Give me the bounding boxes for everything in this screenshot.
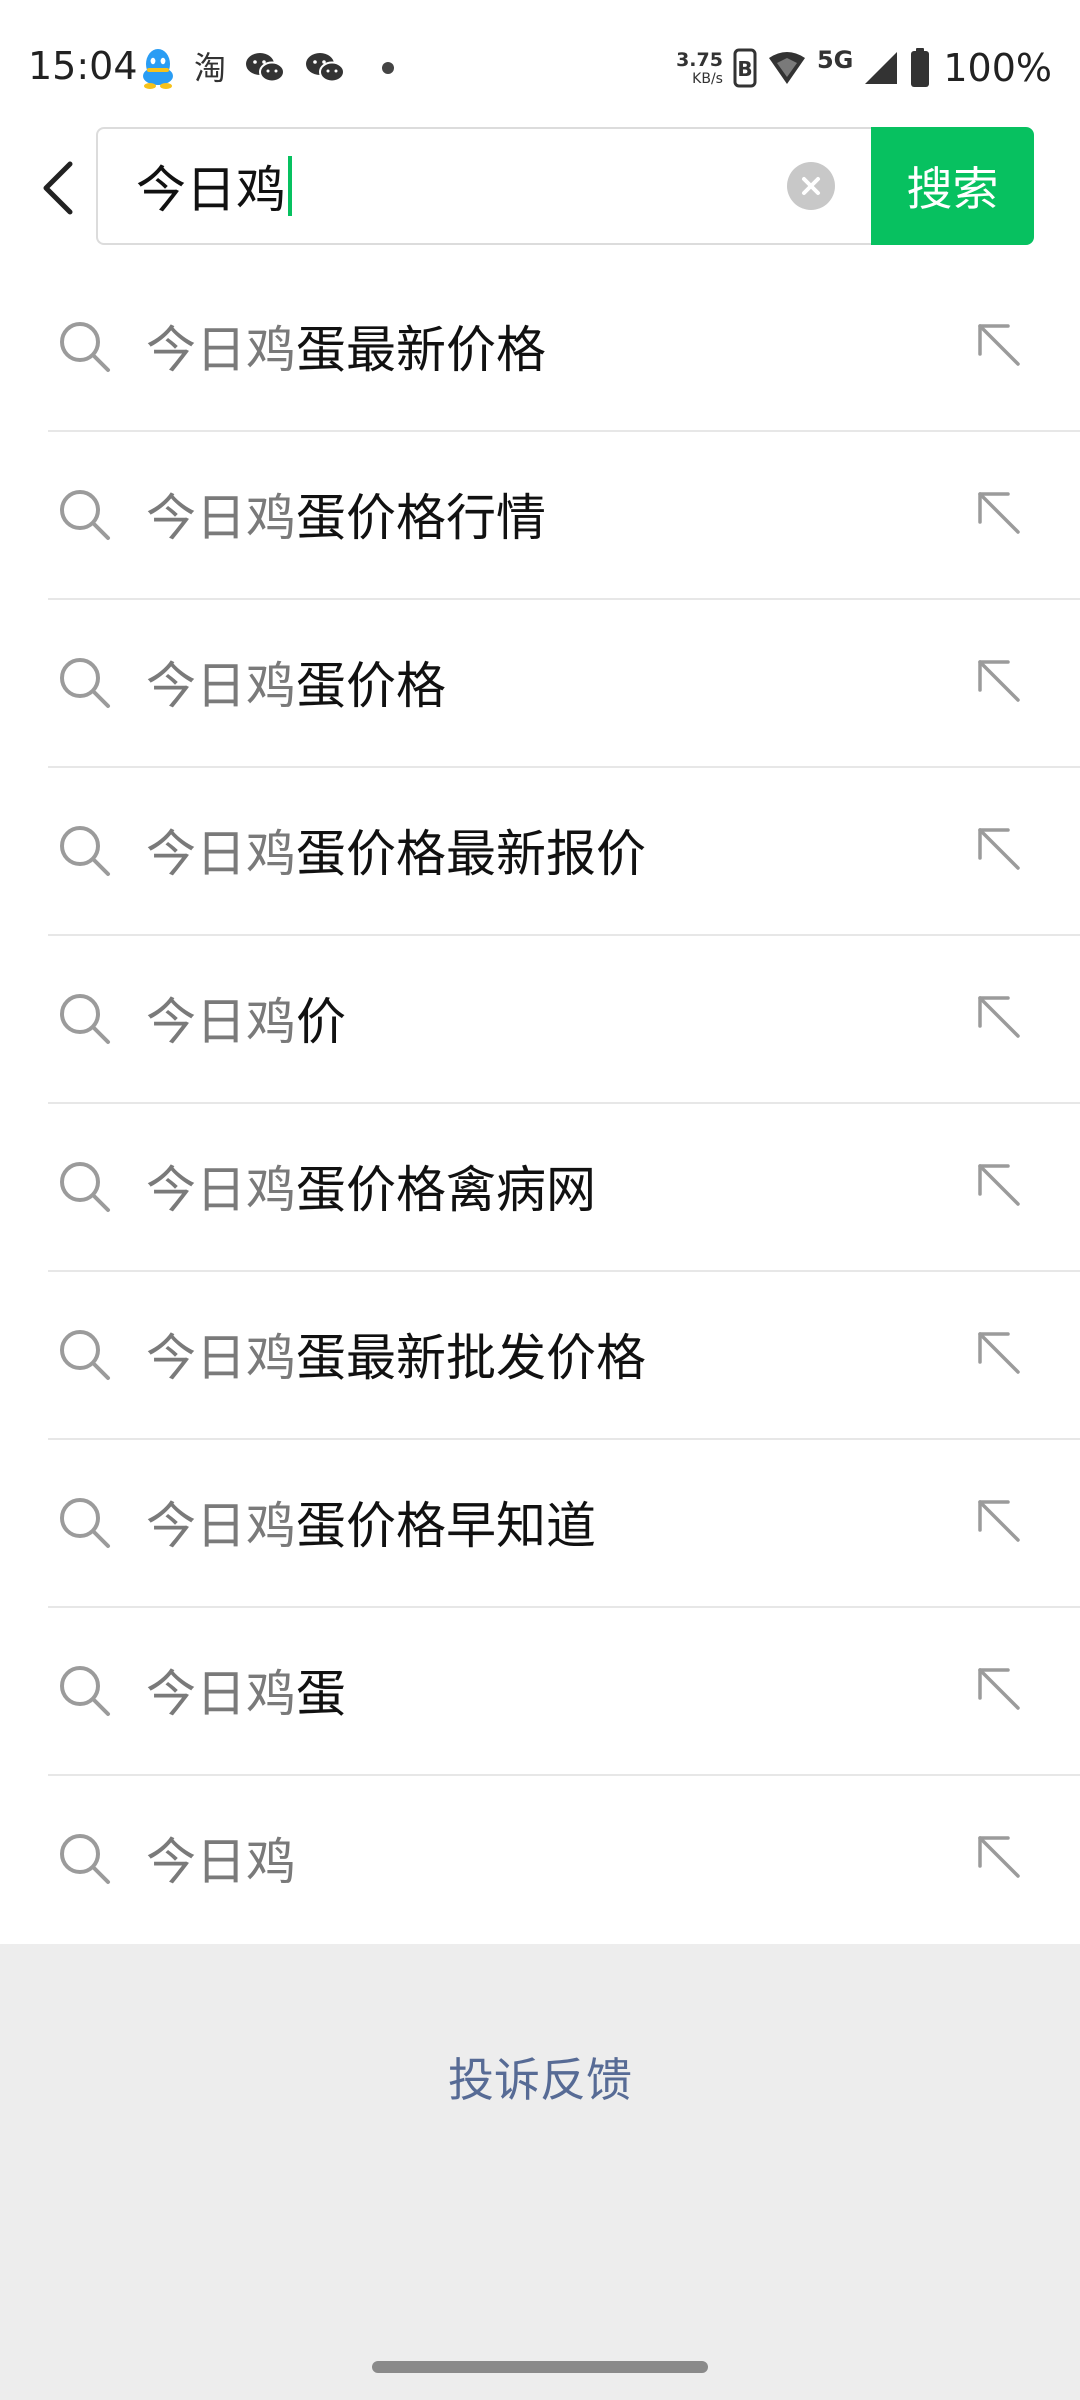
network-speed: 3.75 KB/s <box>676 48 723 87</box>
fill-query-arrow-icon[interactable] <box>972 486 1028 542</box>
network-speed-value: 3.75 <box>676 48 723 71</box>
search-icon <box>60 1330 110 1380</box>
suggestion-matched-prefix: 今日鸡 <box>146 1833 296 1891</box>
suggestion-text: 今日鸡 蛋价格 <box>146 598 446 766</box>
search-icon <box>60 1666 110 1716</box>
suggestion-completion: 价 <box>296 993 346 1051</box>
search-icon <box>60 322 110 372</box>
search-input[interactable]: 今日鸡 <box>96 127 871 245</box>
suggestion-completion: 蛋价格早知道 <box>296 1497 596 1555</box>
search-icon <box>60 826 110 876</box>
search-query-text: 今日鸡 <box>136 161 286 219</box>
wechat-icon <box>244 50 286 86</box>
battery-icon <box>909 48 931 88</box>
wifi-icon <box>767 50 807 86</box>
suggestion-completion: 蛋 <box>296 1665 346 1723</box>
suggestion-text: 今日鸡 蛋价格最新报价 <box>146 766 646 934</box>
suggestion-item[interactable]: 今日鸡蛋 <box>0 1606 1080 1774</box>
fill-query-arrow-icon[interactable] <box>972 1326 1028 1382</box>
suggestion-text: 今日鸡 蛋价格行情 <box>146 430 546 598</box>
suggestion-item[interactable]: 今日鸡 蛋最新批发价格 <box>0 1270 1080 1438</box>
suggestion-completion: 蛋价格禽病网 <box>296 1161 596 1219</box>
suggestion-completion: 蛋价格 <box>296 657 446 715</box>
suggestion-item[interactable]: 今日鸡 蛋价格最新报价 <box>0 766 1080 934</box>
search-icon <box>60 1834 110 1884</box>
suggestion-item[interactable]: 今日鸡 蛋价格 <box>0 598 1080 766</box>
suggestion-matched-prefix: 今日鸡 <box>146 1665 296 1723</box>
search-button[interactable]: 搜索 <box>871 127 1034 245</box>
suggestion-completion: 蛋最新批发价格 <box>296 1329 646 1387</box>
footer-area: 投诉反馈 <box>0 1944 1080 2400</box>
network-type: 5G <box>816 46 854 74</box>
fill-query-arrow-icon[interactable] <box>972 990 1028 1046</box>
suggestion-matched-prefix: 今日鸡 <box>146 1329 296 1387</box>
fill-query-arrow-icon[interactable] <box>972 1494 1028 1550</box>
suggestion-text: 今日鸡 蛋价格早知道 <box>146 1438 596 1606</box>
fill-query-arrow-icon[interactable] <box>972 318 1028 374</box>
search-icon <box>60 994 110 1044</box>
suggestion-text: 今日鸡 蛋最新批发价格 <box>146 1270 646 1438</box>
suggestion-matched-prefix: 今日鸡 <box>146 657 296 715</box>
status-time: 15:04 <box>28 44 138 88</box>
suggestion-matched-prefix: 今日鸡 <box>146 1161 296 1219</box>
text-cursor <box>288 156 292 216</box>
qq-icon <box>140 46 176 90</box>
search-icon <box>60 490 110 540</box>
suggestion-text: 今日鸡价 <box>146 934 346 1102</box>
suggestion-list: 今日鸡 蛋最新价格 今日鸡 蛋价格行情 今日鸡 蛋价格 今日鸡 蛋价格最新报价 今日鸡价… <box>0 262 1080 1942</box>
battery-percent: 100% <box>943 46 1052 90</box>
suggestion-item[interactable]: 今日鸡 蛋价格早知道 <box>0 1438 1080 1606</box>
suggestion-text: 今日鸡蛋 <box>146 1606 346 1774</box>
suggestion-text: 今日鸡 <box>146 1774 296 1942</box>
fill-query-arrow-icon[interactable] <box>972 1158 1028 1214</box>
system-icons: 3.75 KB/s B 5G 100% <box>676 42 1052 94</box>
fill-query-arrow-icon[interactable] <box>972 1830 1028 1886</box>
more-notifications-dot-icon <box>382 62 395 74</box>
suggestion-matched-prefix: 今日鸡 <box>146 1497 296 1555</box>
search-icon <box>60 658 110 708</box>
chevron-left-icon <box>43 161 73 215</box>
complaint-feedback-label[interactable]: 投诉反馈 <box>448 2053 632 2107</box>
cellular-signal-icon <box>863 50 899 86</box>
network-speed-unit: KB/s <box>692 70 723 87</box>
suggestion-completion: 蛋最新价格 <box>296 321 546 379</box>
back-button[interactable] <box>28 150 88 226</box>
search-input-field[interactable]: 今日鸡 <box>136 129 292 243</box>
search-icon <box>60 1498 110 1548</box>
suggestion-matched-prefix: 今日鸡 <box>146 489 296 547</box>
suggestion-item[interactable]: 今日鸡价 <box>0 934 1080 1102</box>
suggestion-item[interactable]: 今日鸡 蛋价格行情 <box>0 430 1080 598</box>
svg-text:B: B <box>737 57 752 81</box>
complaint-feedback-link[interactable]: 投诉反馈 <box>0 2044 1080 2110</box>
data-sim-icon: B <box>733 48 757 88</box>
clear-search-button[interactable] <box>787 162 835 210</box>
search-icon <box>60 1162 110 1212</box>
suggestion-matched-prefix: 今日鸡 <box>146 321 296 379</box>
suggestion-matched-prefix: 今日鸡 <box>146 825 296 883</box>
suggestion-matched-prefix: 今日鸡 <box>146 993 296 1051</box>
fill-query-arrow-icon[interactable] <box>972 654 1028 710</box>
suggestion-text: 今日鸡 蛋价格禽病网 <box>146 1102 596 1270</box>
suggestion-item[interactable]: 今日鸡 <box>0 1774 1080 1942</box>
fill-query-arrow-icon[interactable] <box>972 822 1028 878</box>
home-indicator[interactable] <box>372 2361 708 2373</box>
taobao-icon: 淘 <box>194 49 227 87</box>
status-bar: 15:04 淘 3.75 KB/s B 5G 100% <box>0 0 1080 128</box>
close-icon <box>802 177 820 195</box>
suggestion-completion: 蛋价格行情 <box>296 489 546 547</box>
suggestion-item[interactable]: 今日鸡 蛋最新价格 <box>0 262 1080 430</box>
suggestion-text: 今日鸡 蛋最新价格 <box>146 262 546 430</box>
suggestion-item[interactable]: 今日鸡 蛋价格禽病网 <box>0 1102 1080 1270</box>
notification-icons: 淘 <box>140 42 395 94</box>
wechat-icon <box>304 50 346 86</box>
suggestion-completion: 蛋价格最新报价 <box>296 825 646 883</box>
fill-query-arrow-icon[interactable] <box>972 1662 1028 1718</box>
